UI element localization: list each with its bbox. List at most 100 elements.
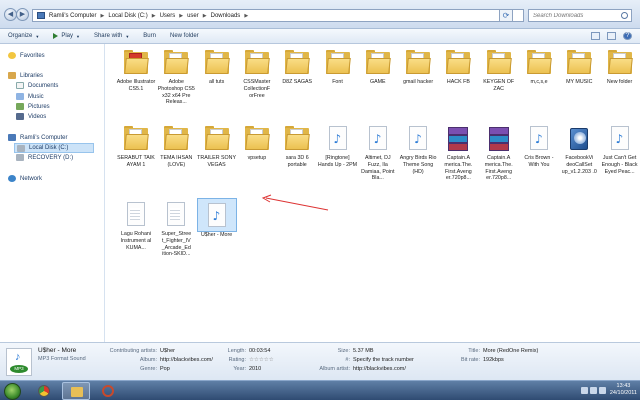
item-label: New folder: [606, 79, 633, 85]
nav-documents[interactable]: Documents: [16, 82, 58, 89]
folder-item[interactable]: vpsetup: [237, 122, 277, 196]
folder-icon: [567, 50, 593, 76]
item-label: Altimet, DJ Fuzz, Ila Damiaa, Point Bla.…: [361, 155, 395, 182]
start-button[interactable]: [4, 383, 21, 400]
tray-network-icon[interactable]: [590, 387, 597, 394]
folder-item[interactable]: D8Z SAGAS: [277, 46, 317, 120]
breadcrumb-local-disk[interactable]: Local Disk (C:) ▶: [108, 13, 159, 19]
prop-value: Pop: [160, 366, 170, 372]
nav-network[interactable]: Network: [8, 175, 42, 182]
folder-icon: [446, 50, 472, 76]
file-item[interactable]: Lagu Rohani Instrument al KUMA...: [116, 198, 156, 272]
audio-file-icon: ♪: [366, 126, 390, 152]
nav-videos[interactable]: Videos: [16, 113, 46, 120]
folder-item[interactable]: GAME: [358, 46, 398, 120]
organize-button[interactable]: Organize ▼: [8, 33, 39, 39]
file-item[interactable]: FacebookVi deoCallSet up_v1.2.203 .0: [559, 122, 599, 196]
documents-icon: [16, 82, 24, 89]
breadcrumb-label: Users: [159, 12, 176, 19]
folder-item[interactable]: gmail hacker: [398, 46, 438, 120]
file-item[interactable]: ♪ Cris Brown - With You: [519, 122, 559, 196]
folder-icon: [285, 126, 311, 152]
breadcrumb-downloads[interactable]: Downloads ▶: [211, 13, 253, 19]
burn-button[interactable]: Burn: [143, 33, 156, 39]
file-item[interactable]: Super_Stree t_Fighter_IV _Arcade_Ed itio…: [156, 198, 196, 272]
prop-album-artist[interactable]: Album artist: http://blackvibes.com/: [300, 366, 405, 372]
breadcrumb-label: user: [187, 12, 199, 19]
prop-rating[interactable]: Rating: ☆☆☆☆☆: [212, 357, 274, 363]
forward-button[interactable]: ▶: [16, 8, 29, 21]
file-item[interactable]: ♪ [Ringtone] Hands Up - 2PM: [318, 122, 358, 196]
prop-length[interactable]: Length: 00:03:54: [212, 348, 271, 354]
search-box[interactable]: [528, 9, 632, 22]
folder-item[interactable]: CSSMaster CollectionF orFree: [237, 46, 277, 120]
change-view-icon[interactable]: [591, 32, 600, 40]
file-item[interactable]: ♪ Altimet, DJ Fuzz, Ila Damiaa, Point Bla…: [358, 122, 398, 196]
prop-album[interactable]: Album: http://blackvibes.com/: [95, 357, 213, 363]
preview-pane-icon[interactable]: [607, 32, 616, 40]
address-bar[interactable]: Ramli's Computer ▶ Local Disk (C:) ▶ Users…: [32, 9, 524, 22]
forward-arrow-icon: ▶: [19, 11, 26, 18]
taskbar-app[interactable]: [94, 382, 122, 400]
details-file-name: U$her - More: [38, 347, 77, 354]
file-item[interactable]: ♪ Just Can't Get Enough - Black Eyed Peac…: [600, 122, 640, 196]
nav-libraries[interactable]: Libraries: [8, 72, 43, 79]
prop-year[interactable]: Year: 2010: [212, 366, 261, 372]
folder-item[interactable]: SERABUT TAIK AYAM 1: [116, 122, 156, 196]
search-input[interactable]: [533, 12, 619, 19]
folder-item[interactable]: TRAILER SONY VEGAS: [197, 122, 237, 196]
pictures-icon: [16, 103, 24, 110]
play-button[interactable]: Play ▼: [53, 33, 80, 39]
folder-item[interactable]: MY MUSIC: [559, 46, 599, 120]
share-with-button[interactable]: Share with ▼: [94, 33, 129, 39]
nav-pictures[interactable]: Pictures: [16, 103, 50, 110]
folder-item[interactable]: Font: [318, 46, 358, 120]
item-label: Just Can't Get Enough - Black Eyed Peac.…: [601, 155, 638, 175]
folder-item[interactable]: HACK FB: [438, 46, 478, 120]
item-label: CSSMaster CollectionF orFree: [243, 79, 271, 99]
rating-stars-icon[interactable]: ☆☆☆☆☆: [249, 357, 274, 363]
taskbar-explorer[interactable]: [62, 382, 90, 400]
prop-size[interactable]: Size: 5.37 MB: [300, 348, 374, 354]
file-item[interactable]: ♪ Angry Birds Rio Theme Song (HD): [398, 122, 438, 196]
file-item[interactable]: Captain.A merica.The. First.Aveng er.720…: [438, 122, 478, 196]
folder-item[interactable]: New folder: [600, 46, 640, 120]
nav-recovery[interactable]: RECOVERY (D:): [16, 154, 73, 161]
prop-track-number[interactable]: #: Specify the track number: [300, 357, 413, 363]
folder-icon: [244, 50, 270, 76]
breadcrumb-user[interactable]: user ▶: [187, 13, 211, 19]
nav-music[interactable]: Music: [16, 93, 44, 100]
folder-item[interactable]: all tuts: [197, 46, 237, 120]
help-icon[interactable]: ?: [623, 32, 632, 40]
clock[interactable]: 13:43 24/10/2011: [610, 383, 637, 397]
network-icon: [8, 175, 16, 182]
folder-item[interactable]: KEYGEN OF ZAC: [479, 46, 519, 120]
folder-item[interactable]: m,c,s,e: [519, 46, 559, 120]
folder-item[interactable]: TEMA IHSAN (LOVE): [156, 122, 196, 196]
nav-local-disk[interactable]: Local Disk (C:): [14, 143, 94, 153]
taskbar-chrome[interactable]: [30, 382, 58, 400]
breadcrumb-label: Ramli's Computer: [49, 12, 97, 19]
tray-volume-icon[interactable]: [599, 387, 606, 394]
nav-computer[interactable]: Ramli's Computer: [8, 134, 68, 141]
refresh-button[interactable]: ⟳: [499, 9, 513, 22]
chrome-icon: [38, 385, 50, 397]
file-item[interactable]: Captain.A merica.The. First.Aveng er.720…: [479, 122, 519, 196]
prop-title[interactable]: Title: More (RedOne Remix): [450, 348, 538, 354]
folder-icon: [124, 50, 149, 76]
prop-bit-rate[interactable]: Bit rate: 192kbps: [450, 357, 504, 363]
breadcrumb-users[interactable]: Users ▶: [160, 13, 188, 19]
nav-favorites[interactable]: Favorites: [8, 52, 45, 59]
prop-genre[interactable]: Genre: Pop: [95, 366, 170, 372]
file-item[interactable]: ♪ U$her - More: [196, 198, 237, 238]
search-icon[interactable]: [621, 12, 628, 19]
breadcrumb-computer[interactable]: Ramli's Computer ▶: [49, 13, 108, 19]
prop-contributing-artists[interactable]: Contributing artists: U$her: [95, 348, 175, 354]
folder-item[interactable]: Adobe Illustrator CS5.1: [116, 46, 156, 120]
folder-item[interactable]: sara 3D 6 portable: [277, 122, 317, 196]
folder-item[interactable]: Adobe Photoshop CS5 x32 x64 Pre Releas..…: [156, 46, 196, 120]
new-folder-button[interactable]: New folder: [170, 33, 199, 39]
item-label: FacebookVi deoCallSet up_v1.2.203 .0: [561, 155, 597, 175]
item-label: TRAILER SONY VEGAS: [197, 155, 237, 168]
tray-flag-icon[interactable]: [581, 387, 588, 394]
